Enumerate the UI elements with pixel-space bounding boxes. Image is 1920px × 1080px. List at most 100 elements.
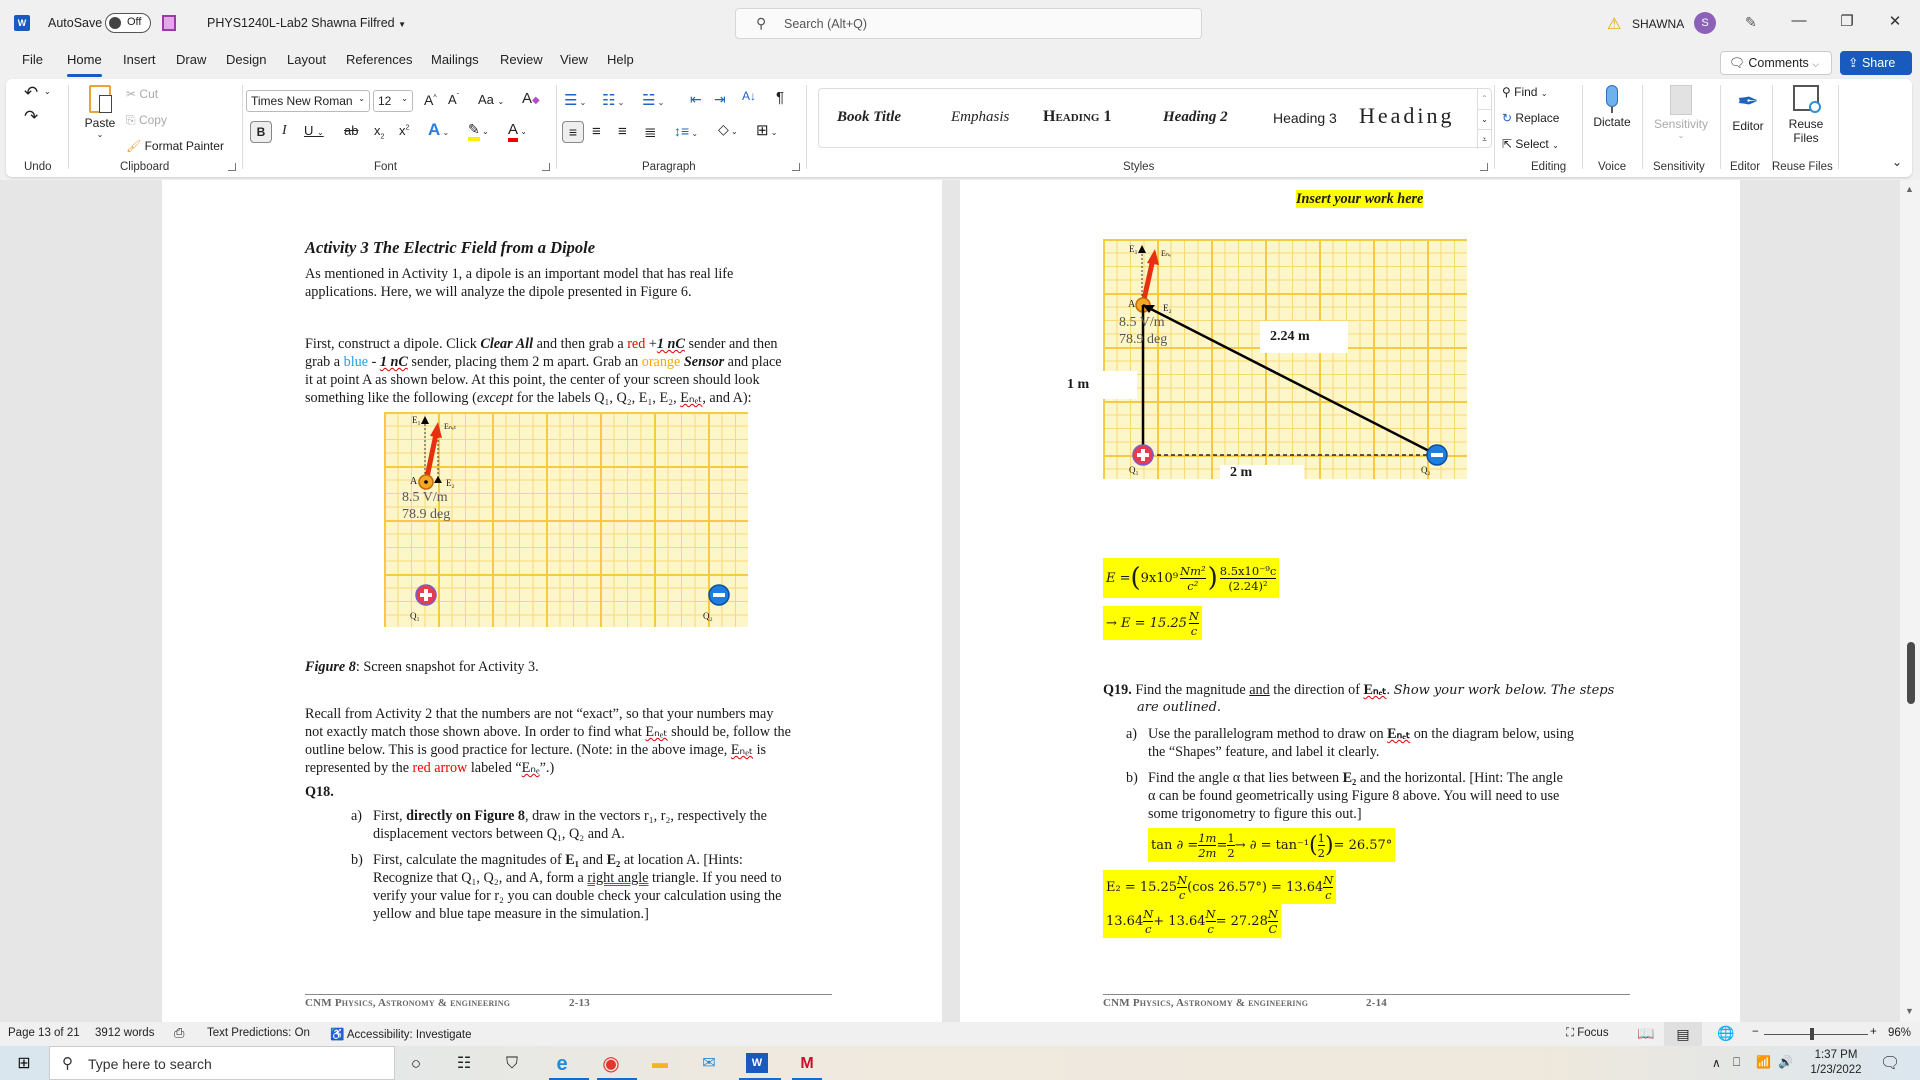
cut-button[interactable]: ✂ Cut <box>126 87 158 101</box>
font-size-select[interactable]: 12 ⌄ <box>373 90 413 112</box>
dictate-button[interactable]: Dictate <box>1586 85 1638 129</box>
line-spacing-icon[interactable]: ↕≡ ⌄ <box>674 123 698 139</box>
scrollbar-thumb[interactable] <box>1907 642 1915 704</box>
justify-icon[interactable]: ≣ <box>644 123 657 141</box>
tab-mailings[interactable]: Mailings <box>431 52 479 67</box>
restore-button[interactable]: ❐ <box>1832 12 1862 30</box>
shield-icon[interactable]: ⛉ <box>500 1053 524 1075</box>
collapse-ribbon-icon[interactable]: ⌄ <box>1892 155 1902 169</box>
style-heading[interactable]: Heading <box>1359 103 1455 129</box>
zoom-out-button[interactable]: − <box>1752 1026 1759 1038</box>
focus-button[interactable]: ⛶ Focus <box>1566 1027 1609 1040</box>
tab-file[interactable]: File <box>22 52 43 67</box>
scroll-up-icon[interactable]: ▲ <box>1905 184 1914 194</box>
text-effects-icon[interactable]: A ⌄ <box>428 120 449 140</box>
notification-icon[interactable]: 🗨 <box>1880 1053 1900 1073</box>
dialog-launcher-icon[interactable] <box>542 163 550 171</box>
cortana-icon[interactable]: ○ <box>404 1053 428 1075</box>
page-14[interactable]: Insert your work here E₁ Eₙₑ A E₂ 8.5 V/… <box>960 180 1740 1022</box>
tab-design[interactable]: Design <box>226 52 266 67</box>
shading-icon[interactable]: ◇ ⌄ <box>718 121 738 138</box>
style-heading-2[interactable]: Heading 2 <box>1163 109 1228 126</box>
underline-icon[interactable]: U ⌄ <box>304 123 324 138</box>
avatar[interactable]: S <box>1694 12 1716 34</box>
multilevel-list-icon[interactable]: ☱ ⌄ <box>642 91 664 109</box>
text-predictions[interactable]: Text Predictions: On <box>207 1027 310 1039</box>
change-case-button[interactable]: Aa ⌄ <box>478 92 504 107</box>
shrink-font-icon[interactable]: Aˇ <box>448 92 459 107</box>
autosave-toggle[interactable]: Off <box>105 13 151 33</box>
dialog-launcher-icon[interactable] <box>792 163 800 171</box>
style-heading-1[interactable]: Heading 1 <box>1043 108 1111 126</box>
borders-icon[interactable]: ⊞ ⌄ <box>756 121 778 139</box>
share-button[interactable]: ⇪ Share <box>1840 51 1912 75</box>
align-left-icon[interactable]: ≡ <box>562 121 584 143</box>
word-count[interactable]: 3912 words <box>95 1027 154 1039</box>
more-styles-icon[interactable]: ⩡ <box>1478 129 1491 148</box>
scroll-down-icon[interactable]: ▼ <box>1905 1006 1914 1016</box>
chevron-down-icon[interactable]: ⌄ <box>44 87 51 96</box>
file-explorer-icon[interactable]: ▬ <box>648 1053 672 1075</box>
undo-icon[interactable]: ↶ <box>24 83 38 103</box>
editor-button[interactable]: ✒ Editor <box>1724 85 1772 133</box>
tab-home[interactable]: Home <box>67 52 102 77</box>
user-name[interactable]: SHAWNA <box>1632 17 1684 31</box>
equation-sum[interactable]: 13.64 Nc + 13.64 Nc = 27.28 NC <box>1103 904 1281 938</box>
accessibility-status[interactable]: ♿ Accessibility: Investigate <box>330 1027 472 1041</box>
style-heading-3[interactable]: Heading 3 <box>1273 110 1337 126</box>
equation-angle[interactable]: tan ∂ = 1m 2m = 12 → ∂ = tan⁻¹ (1 2) = 26.… <box>1148 828 1396 862</box>
meet-now-icon[interactable]: ⎕ <box>1733 1055 1740 1070</box>
align-right-icon[interactable]: ≡ <box>618 123 627 140</box>
pen-icon[interactable]: ✎ <box>1745 14 1757 31</box>
font-color-icon[interactable]: A ⌄ <box>508 121 527 142</box>
reuse-files-button[interactable]: Reuse Files <box>1776 85 1836 145</box>
tab-help[interactable]: Help <box>607 52 634 67</box>
find-button[interactable]: ⚲ Find ⌄ <box>1502 85 1548 99</box>
vertical-label[interactable]: 1 m <box>1067 376 1089 394</box>
word-taskbar-icon[interactable]: W <box>746 1053 768 1073</box>
chrome-icon[interactable]: ◉ <box>599 1053 623 1075</box>
superscript-icon[interactable]: x2 <box>399 123 409 138</box>
equation-e-formula[interactable]: E = ( 9x10⁹ Nm² c² ) 8.5x10⁻⁹c (2.24)² <box>1103 558 1280 598</box>
read-mode-icon[interactable]: 📖 <box>1637 1025 1654 1042</box>
document-title[interactable]: PHYS1240L-Lab2 Shawna Filfred ▼ <box>207 16 406 30</box>
zoom-slider[interactable] <box>1764 1034 1868 1035</box>
pilcrow-icon[interactable]: ¶ <box>776 89 784 106</box>
mail-icon[interactable]: ✉ <box>697 1053 721 1075</box>
tab-draw[interactable]: Draw <box>176 52 206 67</box>
close-button[interactable]: ✕ <box>1880 12 1910 30</box>
subscript-icon[interactable]: x2 <box>374 123 384 141</box>
clear-formatting-icon[interactable]: A◆ <box>522 90 540 107</box>
decrease-indent-icon[interactable]: ⇤ <box>690 91 702 108</box>
save-icon[interactable] <box>162 15 176 31</box>
highlight-color-icon[interactable]: ✎ ⌄ <box>468 121 489 141</box>
hypotenuse-label[interactable]: 2.24 m <box>1260 321 1348 353</box>
select-button[interactable]: ⇱ Select ⌄ <box>1502 137 1559 151</box>
tab-review[interactable]: Review <box>500 52 543 67</box>
web-layout-icon[interactable]: 🌐 <box>1717 1025 1734 1042</box>
equation-e2[interactable]: E₂ = 15.25 Nc (cos 26.57°) = 13.64 Nc <box>1103 870 1337 904</box>
print-layout-icon[interactable]: ▤ <box>1664 1022 1702 1046</box>
italic-icon[interactable]: I <box>282 123 287 139</box>
volume-icon[interactable]: 🔊 <box>1778 1055 1793 1069</box>
mcafee-icon[interactable]: M <box>795 1053 819 1075</box>
tab-references[interactable]: References <box>346 52 412 67</box>
warning-icon[interactable]: ⚠ <box>1607 14 1621 34</box>
tab-insert[interactable]: Insert <box>123 52 156 67</box>
taskbar-search-input[interactable]: ⚲ Type here to search <box>49 1046 395 1080</box>
dialog-launcher-icon[interactable] <box>1480 163 1488 171</box>
page-13[interactable]: Activity 3 The Electric Field from a Dip… <box>162 180 942 1022</box>
strikethrough-icon[interactable]: ab <box>344 123 358 138</box>
edge-icon[interactable]: e <box>550 1053 574 1075</box>
comments-button[interactable]: 🗨 Comments ⌵ <box>1720 51 1832 75</box>
show-hidden-icons[interactable]: ∧ <box>1712 1056 1721 1070</box>
tab-layout[interactable]: Layout <box>287 52 326 67</box>
chevron-up-icon[interactable]: ⌃ <box>1478 89 1491 109</box>
windows-start-icon[interactable]: ⊞ <box>12 1053 36 1075</box>
minimize-button[interactable]: — <box>1784 12 1814 29</box>
style-emphasis[interactable]: Emphasis <box>951 109 1009 126</box>
replace-button[interactable]: ↻ Replace <box>1502 111 1559 125</box>
figure-8-simulation[interactable]: E₁ Eₙₑₜ A E₂ 8.5 V/m 78.9 deg Q₁ Q₂ <box>384 412 748 627</box>
zoom-slider-thumb[interactable] <box>1810 1028 1814 1040</box>
copy-button[interactable]: ⎘ Copy <box>126 113 167 128</box>
